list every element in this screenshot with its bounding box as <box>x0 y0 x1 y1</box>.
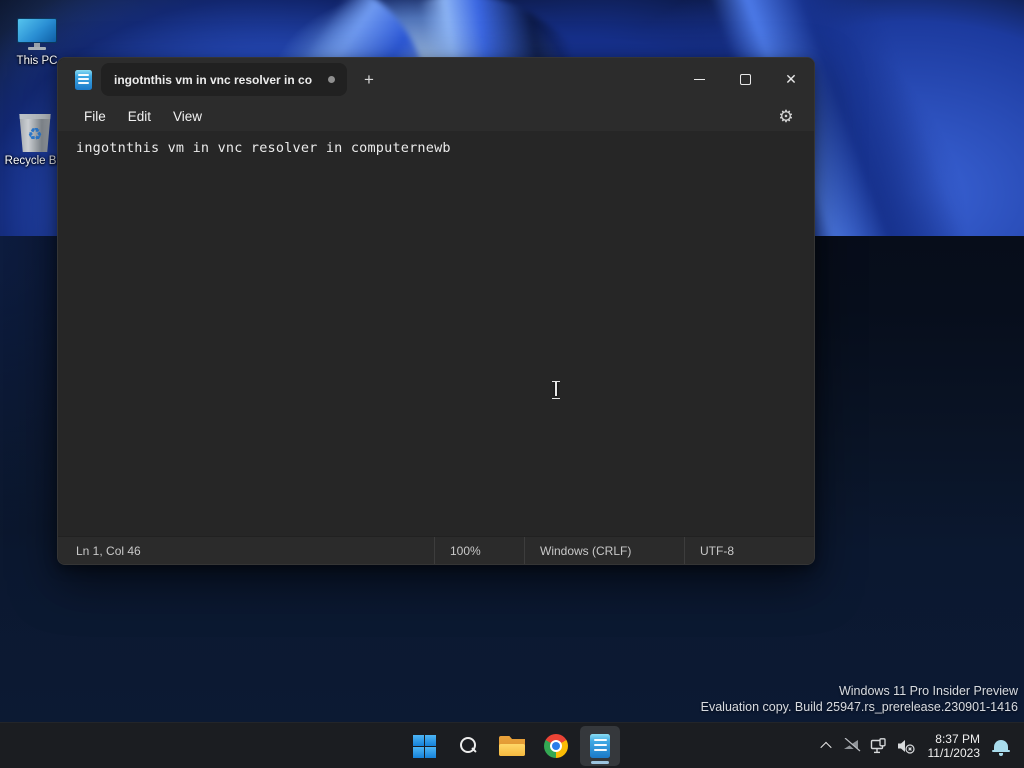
menu-edit[interactable]: Edit <box>117 105 162 128</box>
status-zoom-level[interactable]: 100% <box>434 537 524 564</box>
notepad-window: ingotnthis vm in vnc resolver in co + ✕ … <box>57 57 815 565</box>
search-button[interactable] <box>448 726 488 766</box>
volume-muted-icon <box>897 740 915 754</box>
taskbar-center-icons <box>404 726 620 766</box>
desktop: This PC ♻ Recycle Bin Windows 11 Pro Ins… <box>0 0 1024 768</box>
minimize-icon <box>693 79 705 80</box>
network-status-button[interactable] <box>839 726 866 766</box>
status-line-ending[interactable]: Windows (CRLF) <box>524 537 684 564</box>
file-explorer-button[interactable] <box>492 726 532 766</box>
network-disconnected-icon <box>843 738 861 753</box>
watermark-line-2: Evaluation copy. Build 25947.rs_prerelea… <box>700 699 1018 714</box>
close-button[interactable]: ✕ <box>768 58 814 101</box>
status-encoding[interactable]: UTF-8 <box>684 537 814 564</box>
minimize-button[interactable] <box>676 58 722 101</box>
start-button[interactable] <box>404 726 444 766</box>
unsaved-dot-icon <box>328 76 335 83</box>
close-icon: ✕ <box>785 71 797 87</box>
notification-bell-icon <box>992 740 1010 756</box>
hidden-icons-chevron[interactable] <box>813 726 839 766</box>
editor-line-1: ingotnthis vm in vnc resolver in compute… <box>76 140 451 156</box>
search-icon <box>458 736 478 756</box>
maximize-button[interactable] <box>722 58 768 101</box>
chrome-icon <box>544 734 568 758</box>
taskbar-clock[interactable]: 8:37 PM 11/1/2023 <box>928 732 981 760</box>
recycle-bin-icon: ♻ <box>19 114 51 152</box>
hardware-button[interactable] <box>866 726 893 766</box>
tab-title: ingotnthis vm in vnc resolver in co <box>114 72 313 87</box>
status-cursor-position: Ln 1, Col 46 <box>76 543 141 558</box>
active-app-indicator <box>591 761 609 764</box>
notepad-statusbar: Ln 1, Col 46 100% Windows (CRLF) UTF-8 <box>58 536 814 564</box>
editor-text-area[interactable]: ingotnthis vm in vnc resolver in compute… <box>58 131 814 536</box>
windows-logo-icon <box>412 734 436 758</box>
clock-date: 11/1/2023 <box>927 746 981 760</box>
system-tray: 8:37 PM 11/1/2023 <box>813 723 1017 768</box>
chevron-up-icon <box>819 741 832 754</box>
settings-gear-icon[interactable]: ⚙ <box>774 105 798 129</box>
taskbar: 8:37 PM 11/1/2023 <box>0 722 1024 768</box>
notification-button[interactable] <box>986 726 1016 766</box>
volume-button[interactable] <box>893 726 920 766</box>
notepad-app-icon <box>75 70 92 90</box>
ibeam-cursor <box>551 380 561 399</box>
notepad-taskbar-button[interactable] <box>580 726 620 766</box>
notepad-icon <box>590 734 610 758</box>
watermark-line-1: Windows 11 Pro Insider Preview <box>838 684 1018 698</box>
chrome-button[interactable] <box>536 726 576 766</box>
new-tab-button[interactable]: + <box>355 66 383 94</box>
folder-icon <box>499 736 525 756</box>
window-controls: ✕ <box>676 58 814 101</box>
notepad-titlebar[interactable]: ingotnthis vm in vnc resolver in co + ✕ <box>58 58 814 101</box>
menu-file[interactable]: File <box>73 105 117 128</box>
this-pc-icon <box>17 18 57 52</box>
recycle-symbol-icon: ♻ <box>27 125 43 144</box>
clock-time: 8:37 PM <box>935 732 980 746</box>
display-device-icon <box>870 737 886 753</box>
maximize-icon <box>739 74 751 85</box>
notepad-menubar: File Edit View <box>58 101 814 131</box>
notepad-tab[interactable]: ingotnthis vm in vnc resolver in co <box>101 63 347 96</box>
evaluation-watermark: Windows 11 Pro Insider Preview Evaluatio… <box>701 684 1018 715</box>
menu-view[interactable]: View <box>162 105 213 128</box>
